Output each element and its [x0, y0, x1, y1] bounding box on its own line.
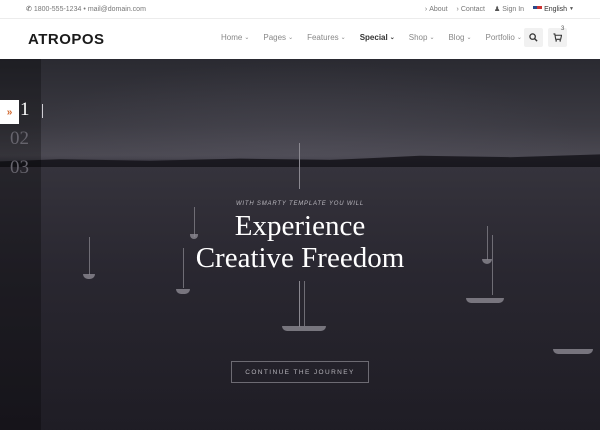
- top-links: › About › Contact ♟ Sign In English ▼: [425, 5, 574, 14]
- users-icon: ♟: [494, 6, 501, 13]
- menu-item-label: Pages: [263, 33, 287, 42]
- contact-info: ✆ 1800-555-1234 • mail@domain.com: [26, 5, 146, 14]
- main-menu: Home ⌄ Pages ⌄ Features ⌄ Special ⌄ Shop…: [221, 33, 536, 42]
- slide-number-1[interactable]: 1: [20, 99, 30, 121]
- menu-item-portfolio[interactable]: Portfolio ⌄: [486, 33, 522, 42]
- hero-headline-line-2: Creative Freedom: [195, 242, 405, 274]
- double-chevron-right-icon: »: [6, 106, 13, 118]
- hero-tagline: WITH SMARTY TEMPLATE YOU WILL: [235, 201, 365, 207]
- search-icon: [529, 33, 538, 42]
- chevron-right-icon: ›: [456, 5, 459, 13]
- menu-item-label: Blog: [448, 33, 465, 42]
- contact-link[interactable]: › Contact: [457, 6, 485, 13]
- phone-number[interactable]: 1800-555-1234: [34, 6, 82, 13]
- about-link[interactable]: › About: [425, 6, 448, 13]
- top-divider-line: [299, 143, 300, 189]
- sailboat: [176, 248, 190, 294]
- phone-icon: ✆: [26, 6, 32, 13]
- language-label: English: [544, 5, 568, 13]
- sailboat: [282, 281, 326, 331]
- menu-item-pages[interactable]: Pages ⌄: [263, 33, 293, 42]
- contact-label: Contact: [460, 5, 485, 13]
- menu-item-label: Shop: [408, 33, 428, 42]
- chevron-down-icon: ⌄: [429, 35, 435, 41]
- site-logo[interactable]: ATROPOS: [28, 31, 105, 48]
- chevron-down-icon: ⌄: [244, 35, 250, 41]
- menu-item-label: Home: [221, 33, 243, 42]
- hero-sky: [0, 59, 600, 159]
- sailboat: [553, 342, 593, 354]
- menu-item-label: Special: [359, 33, 388, 42]
- chevron-down-icon: ⌄: [340, 35, 346, 41]
- signin-label: Sign In: [502, 5, 525, 13]
- chevron-down-icon: ⌄: [389, 35, 395, 41]
- menu-item-features[interactable]: Features ⌄: [307, 33, 346, 42]
- cart-icon: [553, 33, 562, 42]
- continue-journey-button[interactable]: CONTINUE THE JOURNEY: [231, 361, 369, 383]
- sailboat: [466, 235, 504, 303]
- menu-item-shop[interactable]: Shop ⌄: [409, 33, 435, 42]
- contact-separator: •: [83, 5, 86, 13]
- chevron-down-icon: ⌄: [516, 35, 522, 41]
- top-bar: ✆ 1800-555-1234 • mail@domain.com › Abou…: [0, 0, 600, 19]
- about-label: About: [429, 5, 448, 13]
- chevron-down-icon: ⌄: [466, 35, 472, 41]
- flag-icon: [533, 6, 543, 12]
- menu-item-special[interactable]: Special ⌄: [360, 33, 395, 42]
- search-button[interactable]: [524, 28, 543, 47]
- caret-down-icon: ▼: [569, 6, 574, 12]
- menu-item-home[interactable]: Home ⌄: [221, 33, 249, 42]
- menu-item-blog[interactable]: Blog ⌄: [448, 33, 471, 42]
- menu-item-label: Portfolio: [485, 33, 515, 42]
- slide-number-3[interactable]: 03: [10, 157, 29, 179]
- signin-link[interactable]: ♟ Sign In: [494, 5, 525, 14]
- bottom-divider-line: [299, 281, 300, 327]
- chevron-right-icon: ›: [424, 5, 428, 13]
- slide-nav-arrow[interactable]: »: [0, 100, 19, 124]
- language-selector[interactable]: English ▼: [533, 6, 574, 13]
- menu-item-label: Features: [307, 33, 339, 42]
- hero-headline-line-1: Experience: [234, 210, 366, 242]
- main-navbar: ATROPOS Home ⌄ Pages ⌄ Features ⌄ Specia…: [0, 19, 600, 59]
- chevron-down-icon: ⌄: [288, 35, 294, 41]
- cart-count-badge: 3: [561, 26, 565, 32]
- slide-number-divider: [42, 104, 43, 118]
- slide-number-2[interactable]: 02: [10, 128, 29, 150]
- email-address[interactable]: mail@domain.com: [88, 6, 146, 13]
